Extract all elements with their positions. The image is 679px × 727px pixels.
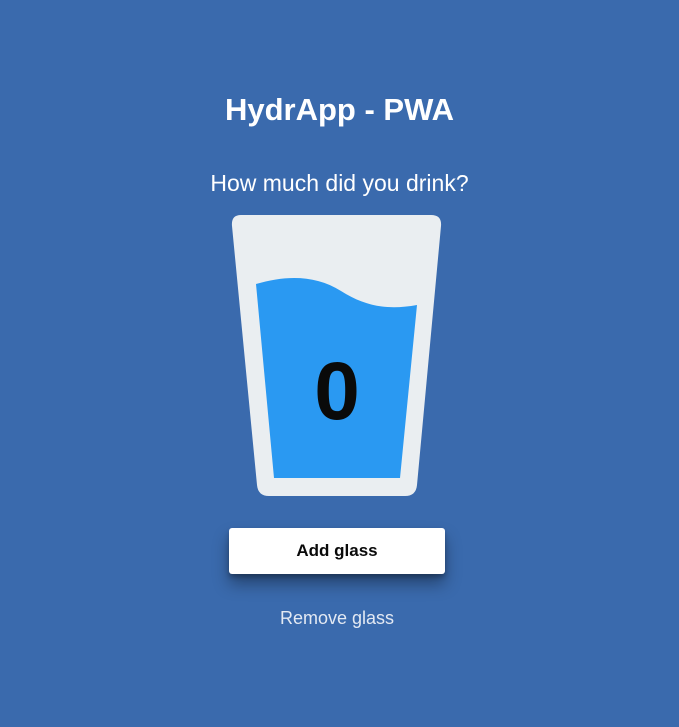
add-glass-button[interactable]: Add glass <box>229 528 445 574</box>
water-glass: 0 <box>231 215 443 497</box>
question-text: How much did you drink? <box>210 170 469 196</box>
app-title: HydrApp - PWA <box>224 92 455 127</box>
remove-glass-button[interactable]: Remove glass <box>229 604 445 632</box>
glass-count: 0 <box>314 346 360 437</box>
